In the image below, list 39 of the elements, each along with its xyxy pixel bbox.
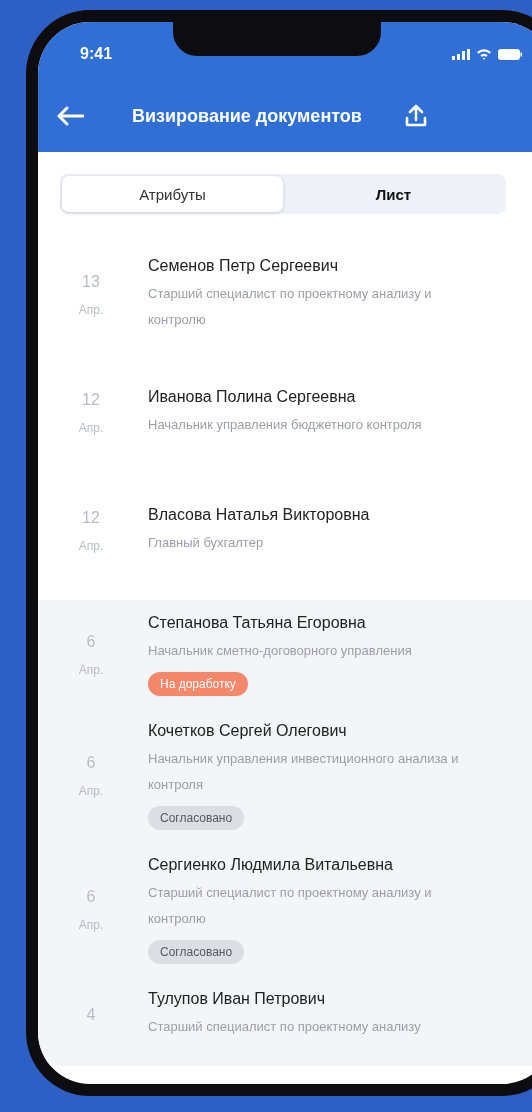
date-day: 4 [86,1006,96,1024]
date-day: 6 [86,754,96,772]
status-badge: Согласовано [148,806,245,830]
screen-title: Визирование документов [132,105,362,127]
status-badge: Согласовано [148,940,245,964]
tab[interactable]: Лист [283,176,504,212]
battery-icon [498,48,523,60]
date-day: 13 [82,273,100,291]
status-badge: На доработку [148,672,248,696]
signer-name: Сергиенко Людмила Витальевна [148,856,393,874]
signer-name: Иванова Полина Сергеевна [148,388,356,406]
signer-name: Власова Наталья Викторовна [148,506,370,524]
signer-name: Тулупов Иван Петрович [148,990,326,1008]
signer-position: Начальник управления бюджетного контроля [148,416,422,434]
signer-name: Семенов Петр Сергеевич [148,257,338,275]
date-month: Апр. [78,784,104,798]
signal-icon [452,48,471,60]
signer-name: Кочетков Сергей Олегович [148,722,347,740]
signer-position: Старший специалист по проектному анализу и контролю [148,285,433,329]
date-day: 12 [82,509,100,527]
status-time: 9:41 [80,45,113,63]
date-month: Апр. [78,918,104,932]
date-day: 6 [86,633,96,651]
date-day: 12 [82,391,100,409]
back-arrow-icon [56,106,84,126]
wifi-icon [476,48,493,60]
date-month: Апр. [78,539,104,553]
signer-name: Степанова Татьяна Егоровна [148,614,366,632]
date-day: 6 [86,888,96,906]
date-month: Апр. [78,663,104,677]
signer-position: Начальник управления инвестиционного анализа и контроля [148,750,460,794]
signer-position: Старший специалист по проектному анализу и контролю [148,884,433,928]
upload-icon [403,104,428,128]
signer-position: Главный бухгалтер [148,534,264,552]
date-month: Апр. [78,303,104,317]
date-month: Апр. [78,421,104,435]
signer-position: Начальник сметно-договорного управления [148,642,412,660]
signer-position: Старший специалист по проектному анализу [148,1018,421,1036]
tab[interactable]: Атрибуты [62,176,283,212]
